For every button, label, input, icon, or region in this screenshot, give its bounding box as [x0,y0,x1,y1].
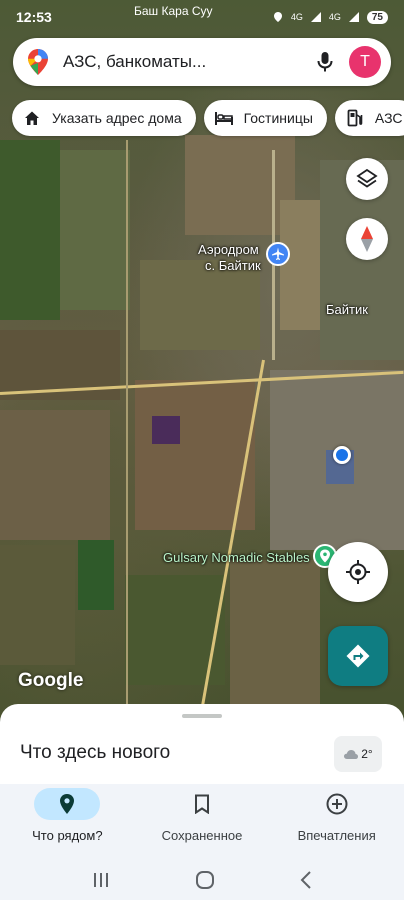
search-bar[interactable]: АЗС, банкоматы... T [13,38,391,86]
weather-chip[interactable]: 2° [334,736,382,772]
map-field [60,150,130,310]
map-field [280,200,320,330]
my-location-button[interactable] [328,542,388,602]
tab-saved-icon-wrap [169,788,235,820]
home-icon [22,108,42,128]
maps-logo-icon [27,49,49,75]
home-button-icon[interactable] [195,870,215,890]
village-label[interactable]: Байтик [326,302,368,317]
airport-label-line2[interactable]: с. Байтик [205,258,261,273]
temperature: 2° [361,747,373,761]
tab-explore-icon-wrap [34,788,101,820]
chip-label: АЗС [374,110,403,126]
chip-hotels[interactable]: Гостиницы [203,100,327,136]
tab-label: Что рядом? [32,828,103,843]
back-icon[interactable] [300,871,312,889]
airplane-icon [272,247,284,260]
tab-contribute-icon-wrap [304,788,370,820]
map-field [140,260,260,350]
gas-station-icon [345,108,365,128]
crosshair-icon [346,560,370,584]
map-road [126,140,128,720]
stables-label[interactable]: Gulsary Nomadic Stables [163,550,310,565]
network-label-2: 4G [328,12,341,22]
bookmark-icon [195,794,209,814]
sheet-title: Что здесь нового [20,742,171,763]
signal-icon [310,12,321,22]
recent-apps-icon[interactable] [92,872,110,888]
status-icons: 4G 4G 75 [272,10,388,24]
chip-label: Гостиницы [243,110,313,126]
account-avatar[interactable]: T [349,46,381,78]
sheet-drag-handle[interactable] [182,714,222,718]
status-time: 12:53 [16,9,52,25]
status-place: Баш Кара Суу [134,4,213,18]
battery-indicator: 75 [366,10,388,24]
map-field [78,540,114,610]
tab-explore[interactable]: Что рядом? [0,784,135,860]
signal-icon-2 [348,12,359,22]
tab-contribute[interactable]: Впечатления [269,784,404,860]
airport-marker[interactable] [266,242,290,266]
current-location-dot [333,446,351,464]
chip-home-address[interactable]: Указать адрес дома [12,100,196,136]
compass-button[interactable] [346,218,388,260]
map-field [185,135,295,235]
bottom-sheet[interactable]: Что здесь нового 2° [0,704,404,784]
location-status-icon [273,12,282,22]
airport-label-line1[interactable]: Аэродром [198,242,259,257]
bottom-navigation: Что рядом? Сохраненное Впечатления [0,784,404,860]
add-circle-icon [326,793,348,815]
map-field [230,560,320,720]
chip-gas-stations[interactable]: АЗС [334,100,404,136]
search-input[interactable]: АЗС, банкоматы... [63,52,311,72]
network-label-1: 4G [290,12,303,22]
category-chips: Указать адрес дома Гостиницы АЗС [12,100,404,136]
compass-icon [361,226,373,252]
tab-label: Впечатления [297,828,376,843]
map-field [0,140,60,320]
directions-icon [346,644,370,668]
layers-button[interactable] [346,158,388,200]
status-bar: 12:53 Баш Кара Суу 4G 4G 75 [0,0,404,34]
google-logo: Google [18,670,84,691]
tab-label: Сохраненное [161,828,243,843]
map-field [0,545,75,665]
map-field [0,410,110,540]
microphone-icon[interactable] [311,48,339,76]
map-field [152,416,180,444]
tab-saved[interactable]: Сохраненное [135,784,270,860]
location-pin-icon [60,794,75,814]
directions-button[interactable] [328,626,388,686]
chip-label: Указать адрес дома [52,110,182,126]
system-navigation-bar [0,860,404,900]
layers-icon [356,168,378,188]
cloud-icon [344,750,359,759]
bed-icon [214,108,234,128]
